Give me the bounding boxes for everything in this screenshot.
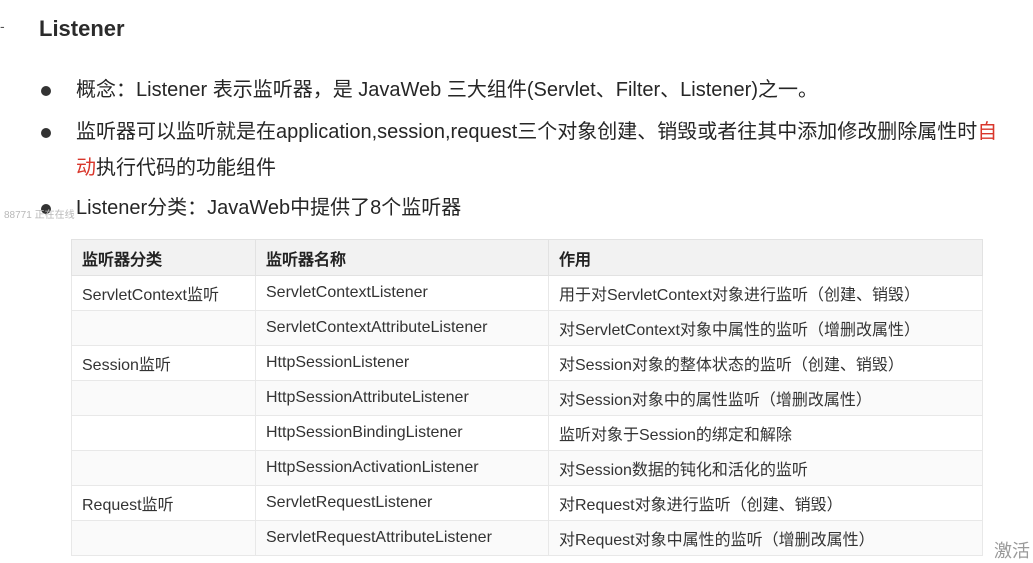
table-cell-category (71, 310, 256, 346)
bullet-category: Listener分类：JavaWeb中提供了8个监听器 (40, 190, 1000, 226)
header-category: 监听器分类 (71, 239, 256, 276)
table-row: HttpSessionActivationListener 对Session数据… (71, 450, 983, 486)
bullet-category-text: Listener分类：JavaWeb中提供了8个监听器 (76, 197, 462, 219)
table-cell-purpose: 对Session对象中的属性监听（增删改属性） (548, 380, 983, 416)
table-cell-category: Request监听 (71, 485, 256, 521)
table-cell-purpose: 对Request对象中属性的监听（增删改属性） (548, 520, 983, 556)
table-row: Request监听 ServletRequestListener 对Reques… (71, 485, 983, 521)
table-cell-name: ServletRequestAttributeListener (255, 520, 549, 556)
page-title: Listener (39, 16, 125, 41)
table-cell-name: ServletContextAttributeListener (255, 310, 549, 346)
table-header-row: 监听器分类 监听器名称 作用 (71, 239, 983, 276)
bullet-description-text: 监听器可以监听就是在application,session,request三个对… (76, 121, 978, 143)
table-cell-name: HttpSessionListener (255, 345, 549, 381)
corner-mark: - (0, 18, 5, 34)
table-cell-category: ServletContext监听 (71, 275, 256, 311)
bullet-list: 概念：Listener 表示监听器，是 JavaWeb 三大组件(Servlet… (40, 72, 1000, 226)
table-cell-purpose: 对Session对象的整体状态的监听（创建、销毁） (548, 345, 983, 381)
header-purpose: 作用 (548, 239, 983, 276)
table-cell-name: ServletRequestListener (255, 485, 549, 521)
bullet-dot-icon (41, 128, 51, 138)
activate-windows-watermark: 激活 (994, 541, 1030, 561)
table-cell-category (71, 450, 256, 486)
table-cell-purpose: 对Request对象进行监听（创建、销毁） (548, 485, 983, 521)
table-cell-name: ServletContextListener (255, 275, 549, 311)
header-name: 监听器名称 (255, 239, 549, 276)
table-cell-name: HttpSessionActivationListener (255, 450, 549, 486)
table-cell-category (71, 415, 256, 451)
table-row: ServletContext监听 ServletContextListener … (71, 275, 983, 311)
table-cell-name: HttpSessionBindingListener (255, 415, 549, 451)
table-cell-purpose: 用于对ServletContext对象进行监听（创建、销毁） (548, 275, 983, 311)
table-cell-purpose: 对ServletContext对象中属性的监听（增删改属性） (548, 310, 983, 346)
listener-table: 监听器分类 监听器名称 作用 ServletContext监听 ServletC… (71, 239, 983, 556)
table-cell-category: Session监听 (71, 345, 256, 381)
bullet-concept: 概念：Listener 表示监听器，是 JavaWeb 三大组件(Servlet… (40, 72, 1000, 108)
table-cell-category (71, 380, 256, 416)
table-cell-purpose: 监听对象于Session的绑定和解除 (548, 415, 983, 451)
bullet-concept-text: 概念：Listener 表示监听器，是 JavaWeb 三大组件(Servlet… (76, 79, 818, 101)
watermark: 88771 正在在线 (4, 210, 75, 221)
table-row: Session监听 HttpSessionListener 对Session对象… (71, 345, 983, 381)
table-row: ServletRequestAttributeListener 对Request… (71, 520, 983, 556)
bullet-dot-icon (41, 86, 51, 96)
table-cell-name: HttpSessionAttributeListener (255, 380, 549, 416)
table-row: HttpSessionBindingListener 监听对象于Session的… (71, 415, 983, 451)
bullet-description-text-end: 执行代码的功能组件 (96, 157, 276, 179)
table-row: ServletContextAttributeListener 对Servlet… (71, 310, 983, 346)
table-cell-purpose: 对Session数据的钝化和活化的监听 (548, 450, 983, 486)
table-row: HttpSessionAttributeListener 对Session对象中… (71, 380, 983, 416)
bullet-description: 监听器可以监听就是在application,session,request三个对… (40, 114, 1000, 186)
table-cell-category (71, 520, 256, 556)
